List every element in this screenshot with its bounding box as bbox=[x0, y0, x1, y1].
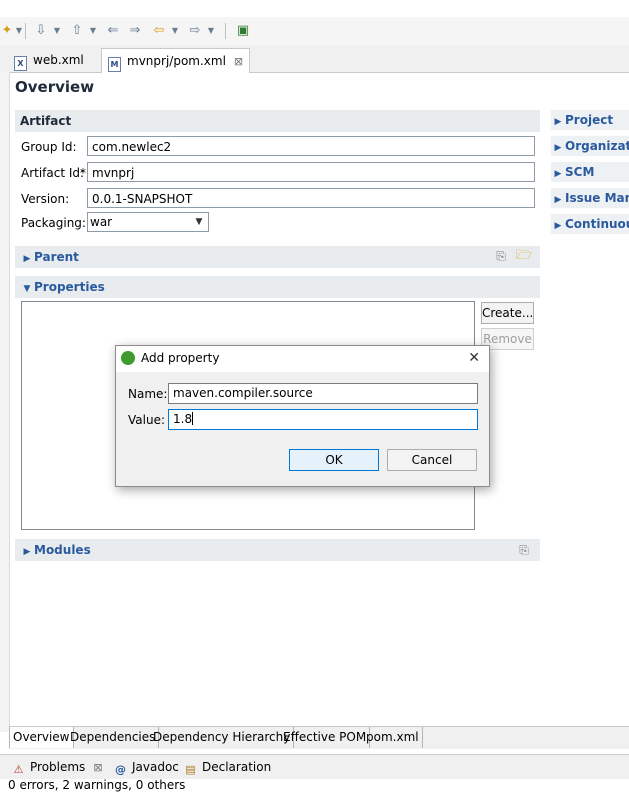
chevron-right-icon: ▶ bbox=[554, 169, 562, 179]
tab-web-xml[interactable]: Xweb.xml bbox=[8, 48, 90, 72]
select-parent-icon[interactable]: ⎘ bbox=[494, 249, 508, 263]
chevron-right-icon: ▶ bbox=[554, 221, 562, 231]
create-button[interactable]: Create... bbox=[481, 302, 534, 324]
problems-icon: ⚠ bbox=[13, 763, 24, 776]
group-id-input[interactable]: com.newlec2 bbox=[87, 136, 535, 156]
dropdown-arrow-icon[interactable]: ▼ bbox=[168, 24, 182, 38]
new-task-icon[interactable]: ▣ bbox=[236, 24, 250, 38]
packaging-label: Packaging: bbox=[21, 216, 86, 230]
tab-pom-xml-source[interactable]: pom.xml bbox=[363, 727, 423, 748]
packaging-select[interactable]: war ▼ bbox=[87, 212, 209, 232]
ok-button[interactable]: OK bbox=[289, 449, 379, 471]
section-label: Continuous Integration bbox=[565, 217, 629, 231]
section-organization[interactable]: ▶Organization bbox=[551, 136, 629, 156]
section-title: Modules bbox=[34, 543, 91, 557]
maven-icon bbox=[121, 351, 135, 365]
dropdown-arrow-icon[interactable]: ▼ bbox=[50, 24, 64, 38]
cancel-button[interactable]: Cancel bbox=[387, 449, 477, 471]
dropdown-arrow-icon[interactable]: ▼ bbox=[12, 24, 26, 38]
name-label: Name: bbox=[128, 387, 168, 401]
page-title: Overview bbox=[15, 78, 95, 96]
tab-label: Javadoc bbox=[132, 760, 179, 774]
property-value-input[interactable]: 1.8 bbox=[168, 409, 478, 430]
section-artifact-header: Artifact bbox=[15, 110, 540, 132]
dialog-title-bar: Add property ✕ bbox=[116, 346, 489, 372]
version-input[interactable]: 0.0.1-SNAPSHOT bbox=[87, 188, 535, 208]
close-icon[interactable]: ⊠ bbox=[93, 761, 102, 774]
back-arrow-icon[interactable]: ⇦ bbox=[152, 24, 166, 38]
tab-declaration[interactable]: ▤ Declaration bbox=[184, 755, 271, 779]
tab-javadoc[interactable]: @ Javadoc bbox=[114, 755, 179, 779]
problems-summary: 0 errors, 2 warnings, 0 others bbox=[8, 778, 186, 792]
close-icon[interactable]: ⊠ bbox=[234, 55, 243, 68]
chevron-right-icon: ▶ bbox=[554, 117, 562, 127]
property-name-input[interactable]: maven.compiler.source bbox=[168, 383, 478, 404]
forward-arrow-icon[interactable]: ⇨ bbox=[188, 24, 202, 38]
pom-editor-page-tabs: Overview Dependencies Dependency Hierarc… bbox=[9, 726, 629, 749]
version-label: Version: bbox=[21, 192, 70, 206]
section-label: Organization bbox=[565, 139, 629, 153]
close-icon[interactable]: ✕ bbox=[468, 350, 480, 366]
chevron-right-icon: ▶ bbox=[554, 195, 562, 205]
toolbar-separator bbox=[225, 23, 226, 39]
section-issue-management[interactable]: ▶Issue Management bbox=[551, 188, 629, 208]
group-id-label: Group Id: bbox=[21, 140, 77, 154]
maven-file-icon: M bbox=[108, 57, 121, 72]
text-caret bbox=[192, 412, 194, 425]
chevron-right-icon: ▶ bbox=[554, 143, 562, 153]
artifact-id-label: Artifact Id: bbox=[21, 166, 85, 180]
tab-dependency-hierarchy[interactable]: Dependency Hierarchy bbox=[150, 727, 295, 748]
editor-tab-strip: Xweb.xml Mmvnprj/pom.xml ⊠ bbox=[0, 45, 629, 73]
add-property-dialog: Add property ✕ Name: maven.compiler.sour… bbox=[115, 345, 490, 487]
previous-annotation-icon[interactable]: ⇧ bbox=[70, 24, 84, 38]
tab-overview[interactable]: Overview bbox=[9, 727, 74, 748]
dropdown-arrow-icon[interactable]: ▼ bbox=[204, 24, 218, 38]
packaging-value: war bbox=[90, 215, 113, 229]
toolbar-separator bbox=[25, 23, 26, 39]
chevron-down-icon: ▼ bbox=[195, 217, 203, 227]
value-label: Value: bbox=[128, 413, 165, 427]
tab-label: Problems bbox=[30, 760, 86, 774]
declaration-icon: ▤ bbox=[185, 763, 196, 776]
section-parent-header[interactable]: ▶ Parent bbox=[15, 246, 540, 268]
artifact-id-input[interactable]: mvnprj bbox=[87, 162, 535, 182]
dialog-title: Add property bbox=[141, 351, 220, 365]
add-module-icon[interactable]: ⎘ bbox=[517, 543, 531, 557]
required-marker: * bbox=[80, 166, 86, 180]
section-title: Parent bbox=[34, 250, 79, 264]
section-scm[interactable]: ▶ SCM bbox=[551, 162, 629, 182]
forward-edit-icon[interactable]: ⇒ bbox=[128, 24, 142, 38]
section-modules-header[interactable]: ▶ Modules bbox=[15, 539, 540, 561]
javadoc-icon: @ bbox=[115, 763, 126, 776]
xml-file-icon: X bbox=[14, 56, 27, 71]
section-title: Artifact bbox=[20, 114, 72, 128]
next-annotation-icon[interactable]: ⇩ bbox=[34, 24, 48, 38]
last-edit-location-icon[interactable]: ⇐ bbox=[106, 24, 120, 38]
section-continuous-integration[interactable]: ▶Continuous Integration bbox=[551, 214, 629, 234]
tab-pom-xml[interactable]: Mmvnprj/pom.xml ⊠ bbox=[101, 48, 251, 73]
chevron-down-icon: ▼ bbox=[23, 284, 31, 294]
property-value-text: 1.8 bbox=[173, 412, 193, 426]
tab-effective-pom[interactable]: Effective POM bbox=[280, 727, 371, 748]
section-project[interactable]: ▶ Project bbox=[551, 110, 629, 130]
tab-label: web.xml bbox=[33, 53, 84, 67]
open-folder-icon[interactable]: 🗁 bbox=[516, 249, 532, 263]
chevron-right-icon: ▶ bbox=[23, 547, 31, 557]
section-title: Properties bbox=[34, 280, 105, 294]
tab-label: Declaration bbox=[202, 760, 272, 774]
chevron-right-icon: ▶ bbox=[23, 254, 31, 264]
main-toolbar: ✦ ▼ ⇩ ▼ ⇧ ▼ ⇐ ⇒ ⇦ ▼ ⇨ ▼ ▣ bbox=[0, 17, 629, 45]
section-label: Issue Management bbox=[565, 191, 629, 205]
section-properties-header[interactable]: ▼ Properties bbox=[15, 276, 540, 298]
section-label: Project bbox=[565, 113, 614, 127]
bottom-view-tabs: ⚠ Problems ⊠ @ Javadoc ▤ Declaration bbox=[0, 754, 629, 779]
dropdown-arrow-icon[interactable]: ▼ bbox=[86, 24, 100, 38]
left-gutter bbox=[0, 72, 10, 732]
tab-problems[interactable]: ⚠ Problems ⊠ bbox=[12, 755, 103, 779]
tab-label: mvnprj/pom.xml bbox=[127, 54, 226, 68]
tab-dependencies[interactable]: Dependencies bbox=[67, 727, 160, 748]
section-label: SCM bbox=[565, 165, 595, 179]
